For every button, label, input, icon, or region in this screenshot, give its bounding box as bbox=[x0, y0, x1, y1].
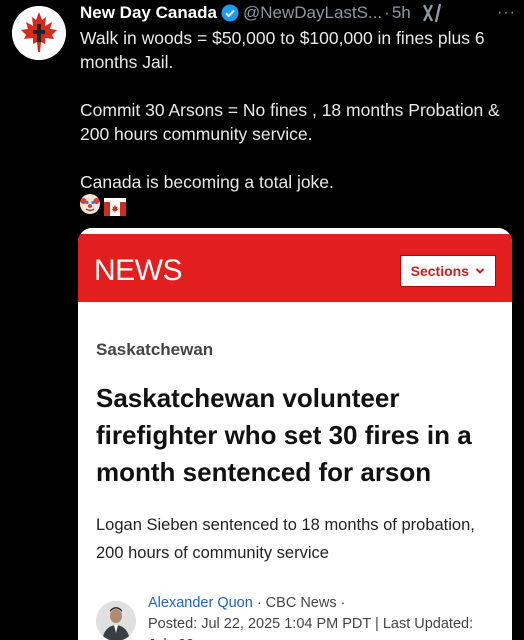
sections-label: Sections bbox=[410, 263, 469, 279]
post-text-line1: Walk in woods = $50,000 to $100,000 in f… bbox=[80, 28, 485, 72]
maple-leaf-icon bbox=[12, 6, 66, 60]
byline: Alexander Quon · CBC News · Posted: Jul … bbox=[96, 593, 494, 640]
user-handle[interactable]: @NewDayLastS... bbox=[243, 3, 382, 23]
verified-badge-icon bbox=[221, 4, 239, 22]
chevron-down-icon bbox=[475, 268, 485, 274]
post-text-line3: Canada is becoming a total joke. bbox=[80, 172, 334, 192]
post-text: Walk in woods = $50,000 to $100,000 in f… bbox=[80, 26, 512, 216]
emoji-row bbox=[80, 194, 512, 216]
grok-icon[interactable] bbox=[421, 3, 445, 23]
author-name[interactable]: Alexander Quon bbox=[148, 595, 253, 611]
article-headline[interactable]: Saskatchewan volunteer firefighter who s… bbox=[96, 380, 494, 491]
article-summary: Logan Sieben sentenced to 18 months of p… bbox=[96, 516, 475, 562]
post-text-line2: Commit 30 Arsons = No fines , 18 months … bbox=[80, 100, 500, 144]
post-header: New Day Canada @NewDayLastS... · 5h ··· bbox=[80, 2, 516, 24]
display-name[interactable]: New Day Canada bbox=[80, 3, 217, 23]
profile-avatar[interactable] bbox=[12, 6, 66, 60]
source-label: · CBC News · bbox=[256, 595, 346, 611]
more-options-icon[interactable]: ··· bbox=[497, 4, 516, 22]
article-card[interactable]: NEWS Sections Saskatchewan Saskatchewan … bbox=[78, 228, 512, 640]
news-header-bar: NEWS Sections bbox=[78, 234, 512, 302]
posted-date: Posted: Jul 22, 2025 1:04 PM PDT | Last … bbox=[148, 616, 474, 640]
region-label[interactable]: Saskatchewan bbox=[96, 340, 494, 360]
sections-button[interactable]: Sections bbox=[399, 255, 496, 287]
canada-flag-icon bbox=[104, 198, 126, 216]
news-logo[interactable]: NEWS bbox=[94, 254, 183, 288]
clown-face-icon bbox=[80, 194, 100, 214]
author-avatar bbox=[96, 601, 136, 640]
post-time[interactable]: 5h bbox=[392, 3, 411, 23]
separator-dot: · bbox=[384, 3, 390, 22]
